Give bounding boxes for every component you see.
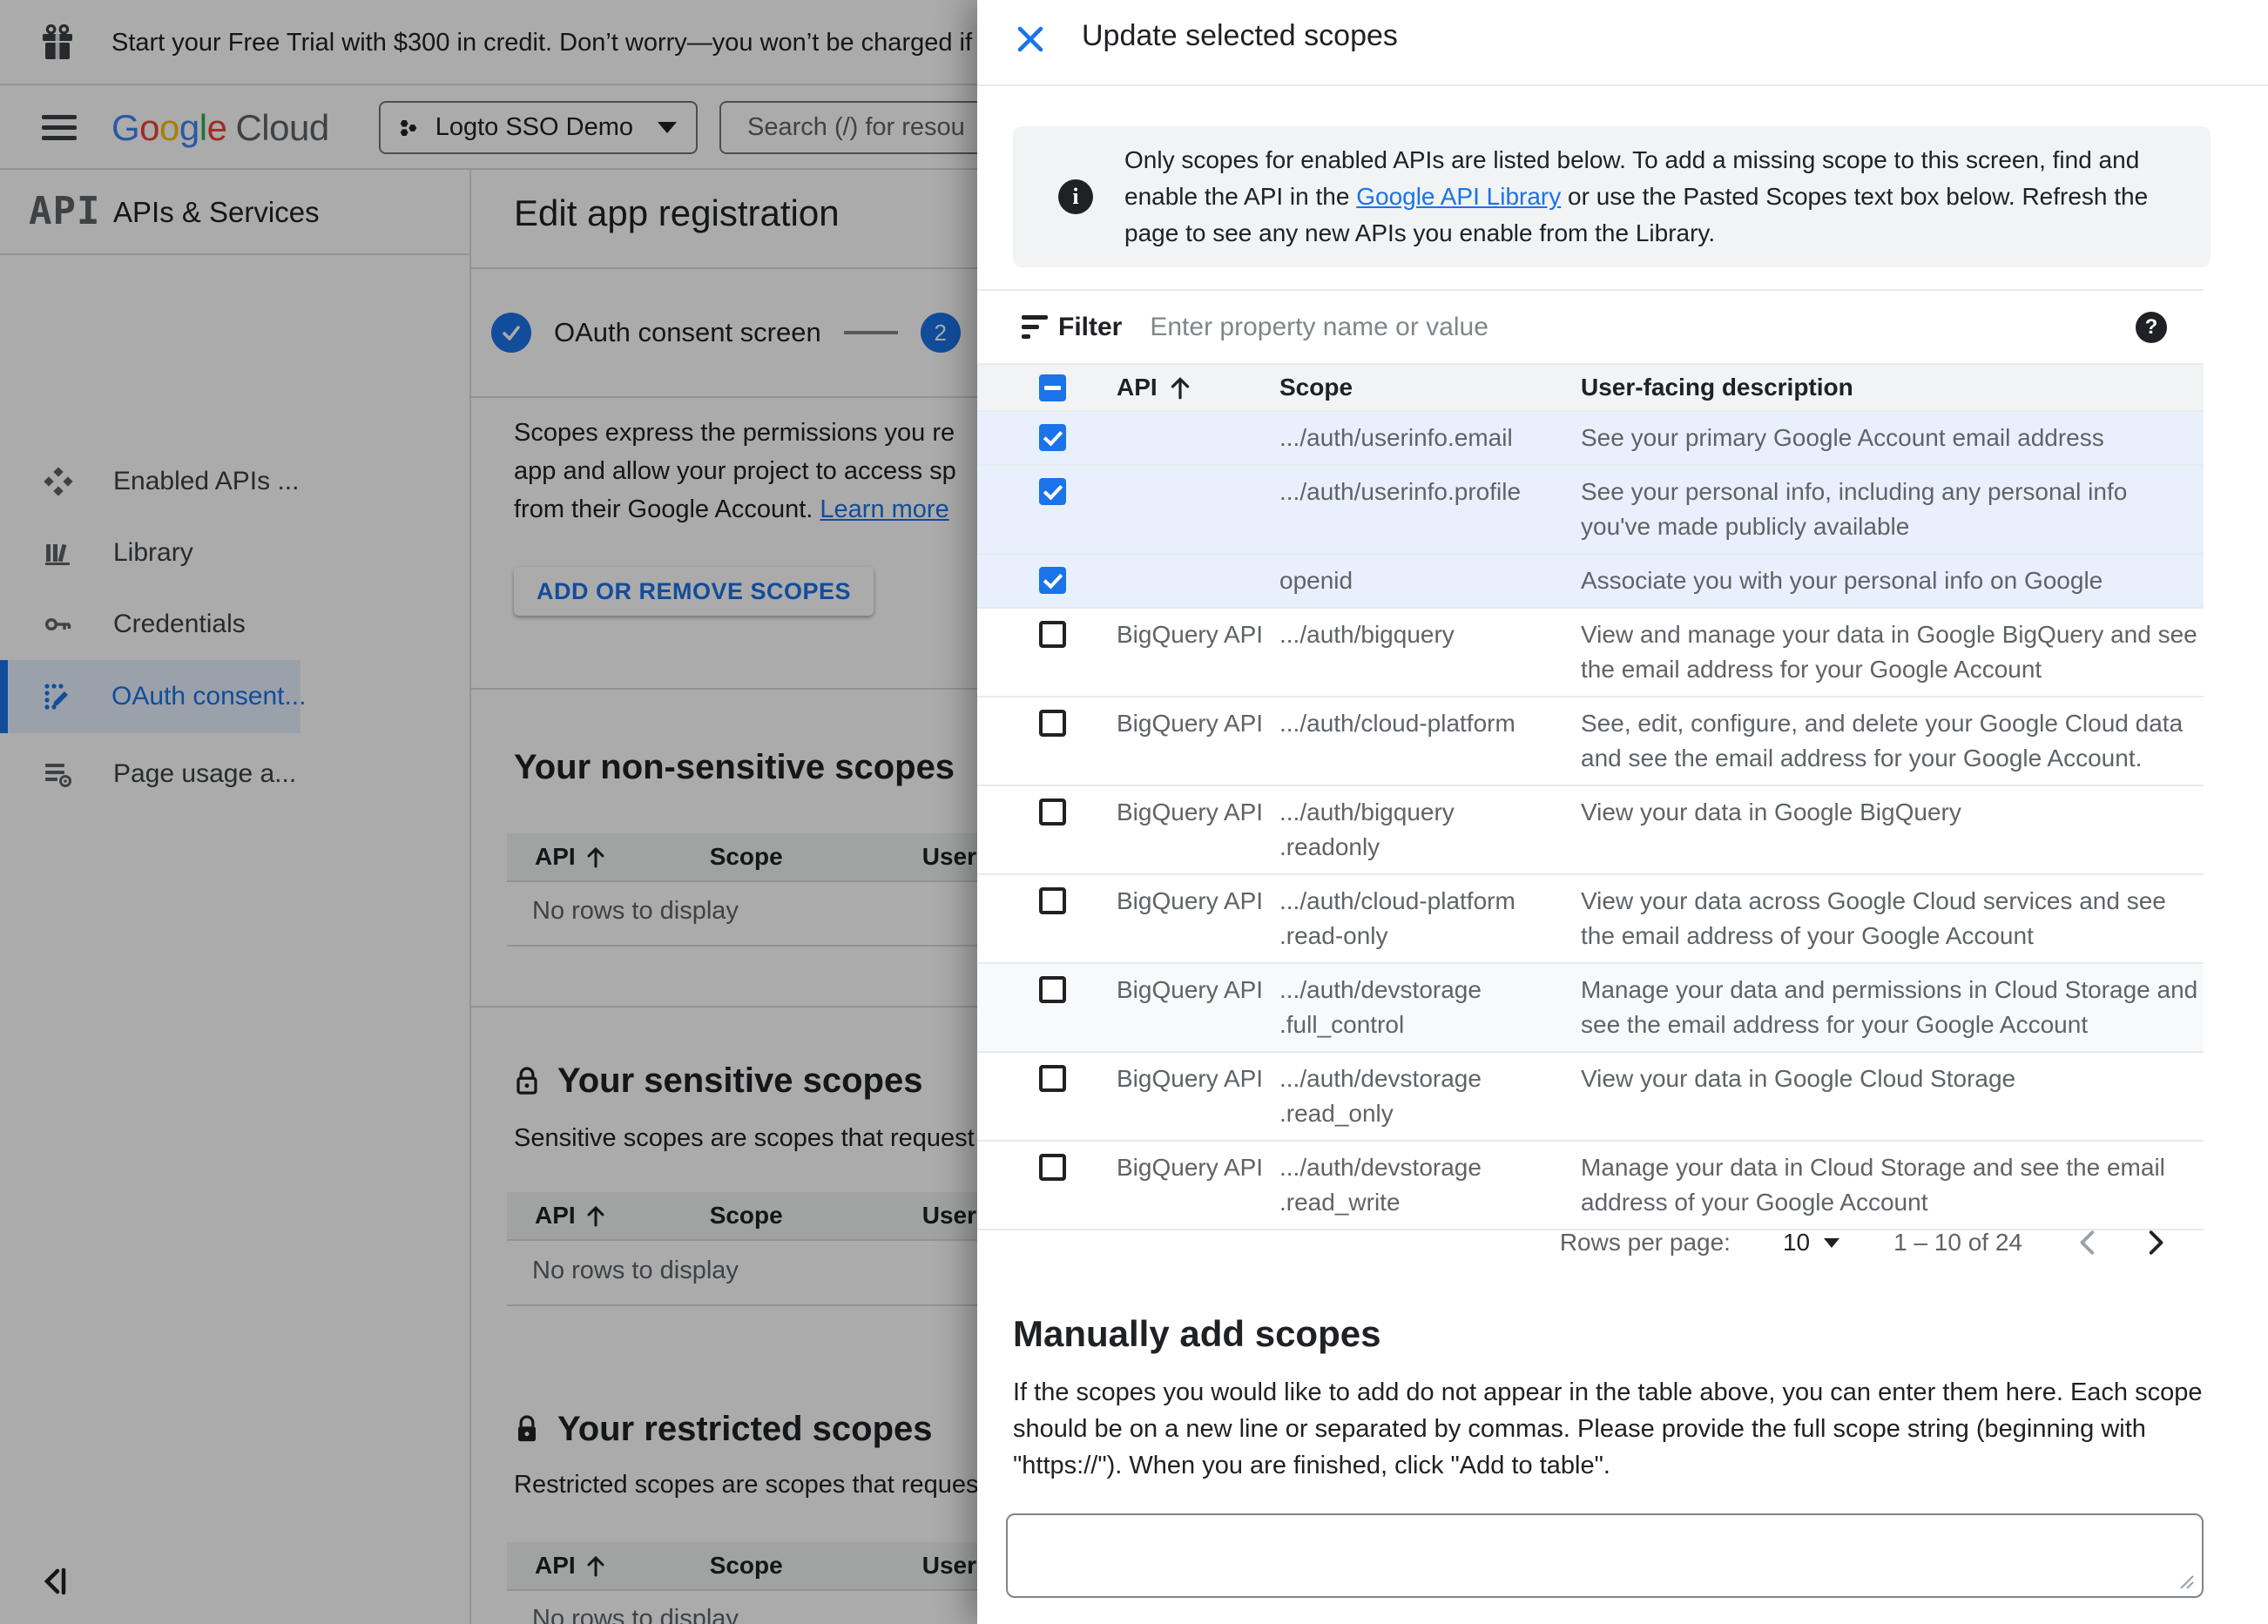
select-all-checkbox[interactable] [1039,374,1066,401]
cell-desc: View your data across Google Cloud servi… [1581,887,2166,949]
table-row[interactable]: BigQuery API .../auth/devstorage .full_c… [977,964,2204,1053]
cell-desc: See your primary Google Account email ad… [1581,424,2104,451]
cell-scope: .../auth/cloud-platform .read-only [1279,887,1515,949]
screen: Start your Free Trial with $300 in credi… [0,0,2268,1624]
row-checkbox[interactable] [1039,710,1066,737]
cell-scope: .../auth/userinfo.profile [1279,478,1522,505]
chevron-down-icon [1824,1237,1840,1248]
prev-page-icon[interactable] [2075,1228,2103,1257]
cell-desc: View and manage your data in Google BigQ… [1581,621,2197,683]
cell-scope: .../auth/bigquery [1279,621,1455,648]
cell-scope: .../auth/userinfo.email [1279,424,1513,451]
row-checkbox[interactable] [1039,1154,1066,1181]
row-checkbox[interactable] [1039,424,1066,451]
sort-asc-icon[interactable] [1168,374,1192,401]
col-desc[interactable]: User-facing description [1581,370,2199,405]
cell-desc: Manage your data in Cloud Storage and se… [1581,1154,2165,1216]
table-row[interactable]: BigQuery API .../auth/bigquery View and … [977,609,2204,697]
table-row[interactable]: BigQuery API .../auth/cloud-platform See… [977,697,2204,786]
cell-api: BigQuery API [1117,710,1264,737]
row-checkbox[interactable] [1039,621,1066,648]
panel-title: Update selected scopes [1082,19,1398,52]
cell-api: BigQuery API [1117,887,1264,914]
row-checkbox[interactable] [1039,567,1066,594]
table-body: .../auth/userinfo.email See your primary… [977,412,2204,1230]
next-page-icon[interactable] [2141,1228,2169,1257]
row-checkbox[interactable] [1039,799,1066,825]
cell-api: BigQuery API [1117,976,1264,1003]
pagination-bar: Rows per page: 10 1 – 10 of 24 [977,1212,2204,1273]
table-row[interactable]: BigQuery API .../auth/cloud-platform .re… [977,875,2204,964]
cell-api: BigQuery API [1117,621,1264,648]
update-scopes-panel: Update selected scopes i Only scopes for… [977,0,2268,1624]
info-text: Only scopes for enabled APIs are listed … [1124,146,2149,246]
cell-api: BigQuery API [1117,1154,1264,1181]
google-api-library-link[interactable]: Google API Library [1356,183,1561,210]
table-row[interactable]: openid Associate you with your personal … [977,555,2204,609]
cell-desc: See your personal info, including any pe… [1581,478,2128,540]
table-row[interactable]: BigQuery API .../auth/bigquery .readonly… [977,786,2204,875]
row-checkbox[interactable] [1039,478,1066,505]
table-header-row: API Scope User-facing description [977,365,2204,412]
cell-scope: openid [1279,567,1353,594]
table-row[interactable]: .../auth/userinfo.email See your primary… [977,412,2204,466]
cell-scope: .../auth/cloud-platform [1279,710,1515,737]
manually-add-scopes-desc: If the scopes you would like to add do n… [1013,1378,2203,1479]
table-row[interactable]: .../auth/userinfo.profile See your perso… [977,466,2204,555]
cell-api: BigQuery API [1117,799,1264,825]
cell-scope: .../auth/devstorage .full_control [1279,976,1482,1038]
close-icon[interactable] [1014,23,1047,56]
cell-desc: View your data in Google Cloud Storage [1581,1065,2016,1092]
manually-add-scopes-heading: Manually add scopes [1013,1313,1381,1354]
filter-label: Filter [1058,312,1123,341]
scopes-table: API Scope User-facing description .../au… [977,365,2204,1230]
cell-desc: See, edit, configure, and delete your Go… [1581,710,2184,772]
rows-per-page-select[interactable]: 10 [1783,1229,1840,1257]
info-banner: i Only scopes for enabled APIs are liste… [1013,126,2211,267]
cell-desc: View your data in Google BigQuery [1581,799,1961,825]
cell-desc: Manage your data and permissions in Clou… [1581,976,2198,1038]
row-checkbox[interactable] [1039,976,1066,1003]
filter-input[interactable] [1150,312,2136,342]
modal-scrim[interactable] [0,0,977,1624]
rows-per-page-label: Rows per page: [1559,1229,1731,1256]
manual-scopes-textarea[interactable] [1006,1513,2204,1598]
cell-scope: .../auth/bigquery .readonly [1279,799,1455,860]
col-api[interactable]: API [1117,370,1279,405]
pagination-range: 1 – 10 of 24 [1893,1229,2022,1256]
table-row[interactable]: BigQuery API .../auth/devstorage .read_o… [977,1053,2204,1142]
filter-icon [1022,315,1048,339]
row-checkbox[interactable] [1039,1065,1066,1092]
help-icon[interactable]: ? [2136,311,2167,343]
row-checkbox[interactable] [1039,887,1066,914]
cell-scope: .../auth/devstorage .read_write [1279,1154,1482,1216]
filter-bar: Filter ? [977,289,2204,365]
cell-api: BigQuery API [1117,1065,1264,1092]
cell-scope: .../auth/devstorage .read_only [1279,1065,1482,1127]
info-icon: i [1058,179,1093,214]
cell-desc: Associate you with your personal info on… [1581,567,2103,594]
col-scope[interactable]: Scope [1279,370,1581,405]
